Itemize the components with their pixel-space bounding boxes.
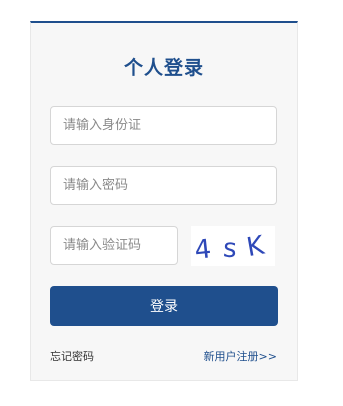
password-input[interactable]	[50, 166, 277, 205]
captcha-image[interactable]: 4 s K	[191, 226, 275, 266]
login-title: 个人登录	[123, 57, 204, 79]
captcha-char: 4	[193, 234, 213, 266]
register-link[interactable]: 新用户注册>>	[204, 348, 277, 364]
captcha-input[interactable]	[50, 226, 178, 265]
login-button[interactable]: 登录	[50, 286, 278, 326]
captcha-char: s	[222, 233, 238, 264]
login-panel: 个人登录 4 s K 登录 忘记密码 新用户注册>>	[30, 21, 298, 381]
captcha-graphic: 4 s K	[193, 231, 267, 266]
captcha-char: K	[244, 231, 267, 264]
forgot-password-link[interactable]: 忘记密码	[50, 348, 94, 364]
id-number-input[interactable]	[50, 106, 277, 145]
